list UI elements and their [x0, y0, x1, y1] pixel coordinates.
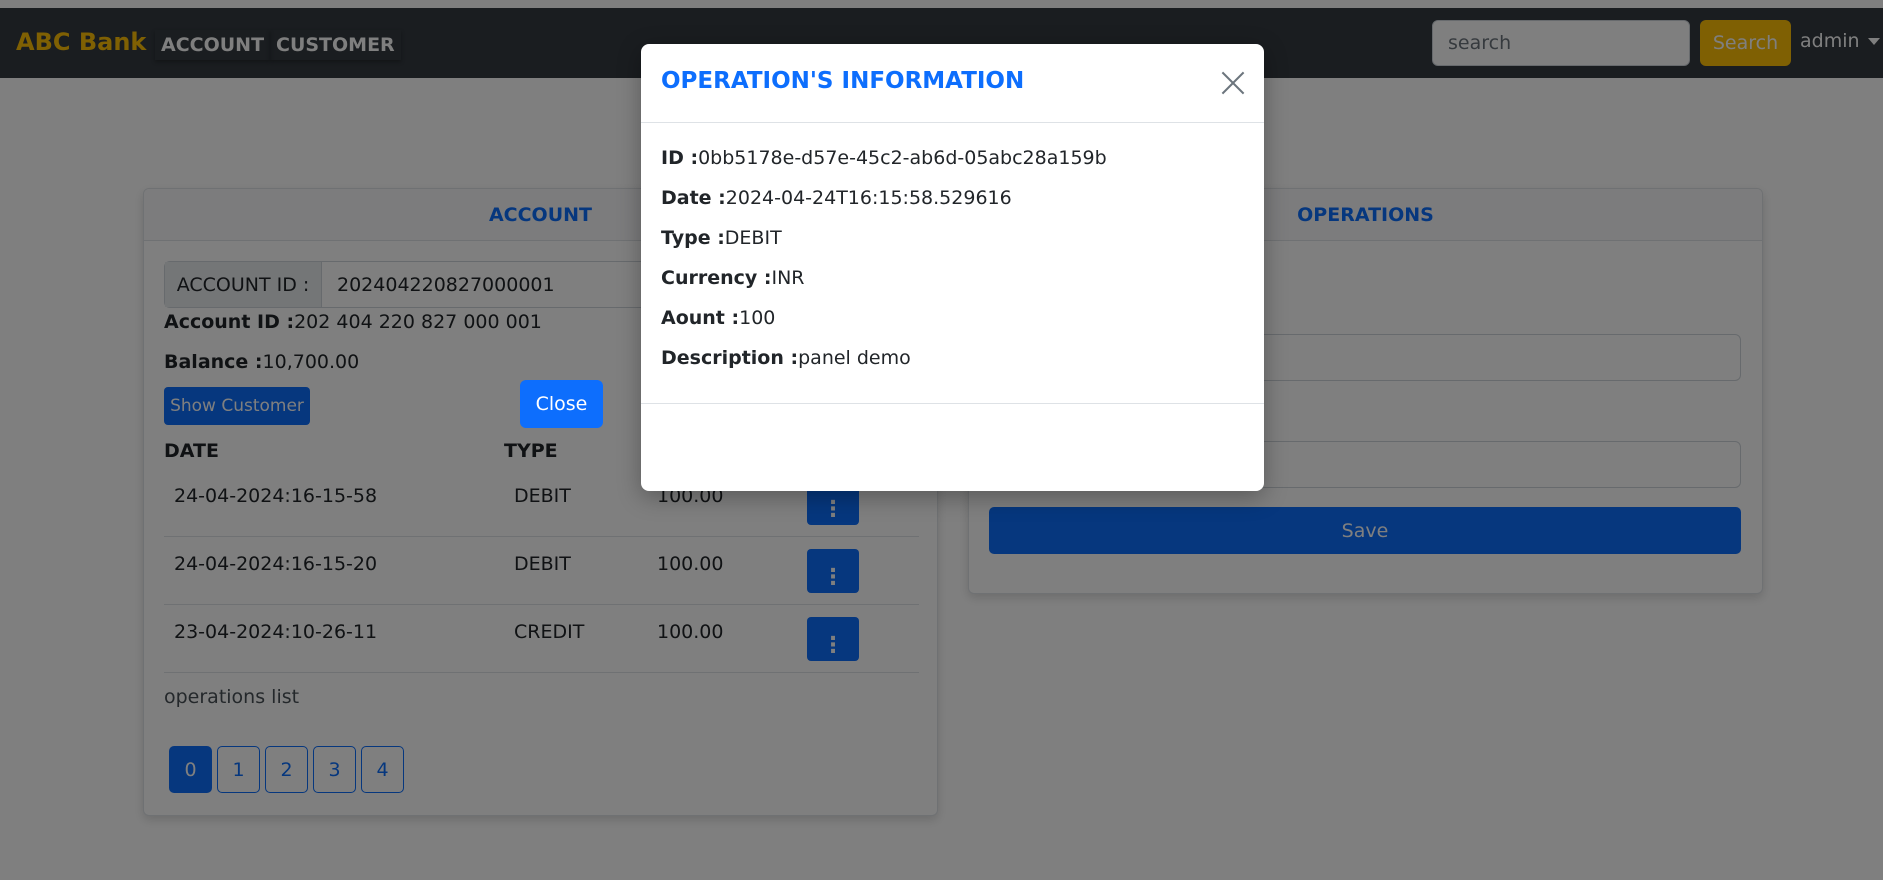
field-label: Type : [661, 227, 725, 249]
field-value: INR [771, 267, 805, 289]
field-value: 100 [739, 307, 776, 329]
field-date: Date :2024-04-24T16:15:58.529616 [661, 187, 1012, 209]
field-currency: Currency :INR [661, 267, 805, 289]
field-type: Type :DEBIT [661, 227, 782, 249]
modal-header: OPERATION'S INFORMATION [641, 44, 1264, 123]
close-icon[interactable] [1220, 70, 1246, 96]
field-amount: Aount :100 [661, 307, 775, 329]
field-id: ID :0bb5178e-d57e-45c2-ab6d-05abc28a159b [661, 147, 1107, 169]
field-description: Description :panel demo [661, 347, 911, 369]
field-value: 2024-04-24T16:15:58.529616 [725, 187, 1012, 209]
field-label: Date : [661, 187, 726, 209]
field-value: 0bb5178e-d57e-45c2-ab6d-05abc28a159b [698, 147, 1107, 169]
operation-info-modal: OPERATION'S INFORMATION ID :0bb5178e-d57… [641, 44, 1264, 491]
modal-close-button[interactable]: Close [520, 380, 603, 428]
modal-body: ID :0bb5178e-d57e-45c2-ab6d-05abc28a159b… [641, 123, 1264, 404]
field-label: ID : [661, 147, 699, 169]
field-value: DEBIT [724, 227, 782, 249]
field-value: panel demo [798, 347, 911, 369]
modal-title: OPERATION'S INFORMATION [661, 68, 1025, 94]
field-label: Aount : [661, 307, 740, 329]
field-label: Description : [661, 347, 799, 369]
field-label: Currency : [661, 267, 772, 289]
